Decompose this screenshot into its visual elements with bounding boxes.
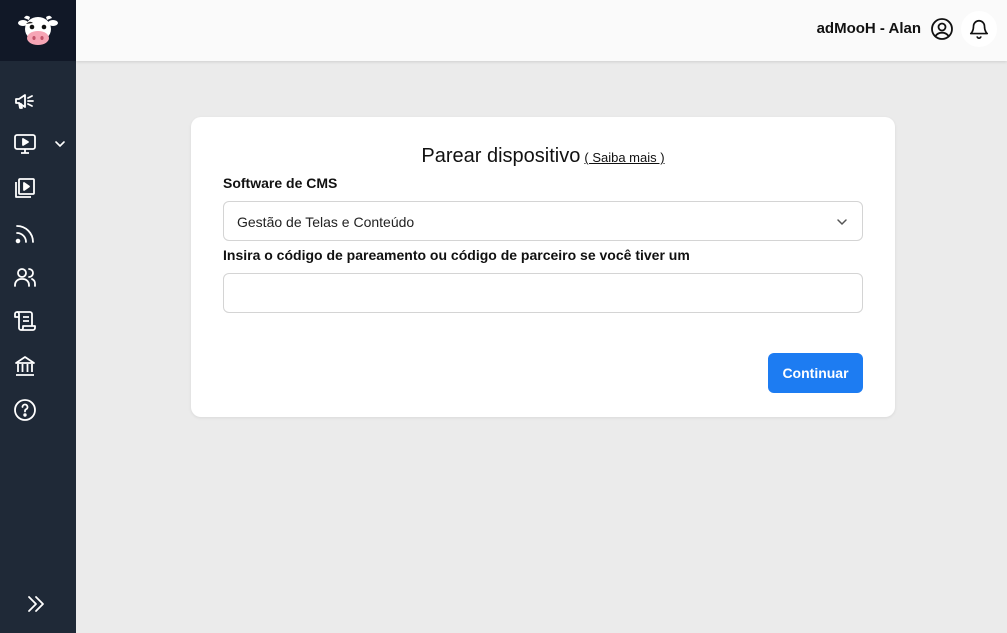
bank-icon — [15, 356, 35, 376]
cms-select[interactable]: Gestão de Telas e Conteúdo — [223, 201, 863, 241]
user-name[interactable]: adMooH - Alan — [817, 20, 921, 37]
top-bar: adMooH - Alan — [76, 0, 1007, 61]
nav-help[interactable] — [11, 396, 39, 424]
playlist-video-icon — [15, 178, 35, 198]
title-row: Parear dispositivo( Saiba mais ) — [191, 145, 895, 168]
help-circle-icon — [14, 399, 36, 421]
scroll-icon — [14, 311, 36, 331]
cms-selected-value: Gestão de Telas e Conteúdo — [237, 214, 415, 230]
pair-device-card: Parear dispositivo( Saiba mais ) Softwar… — [191, 117, 895, 417]
monitor-play-icon — [14, 134, 36, 154]
page-title: Parear dispositivo — [421, 145, 581, 167]
notifications-button[interactable] — [961, 11, 997, 47]
chevron-down-icon[interactable] — [52, 136, 68, 152]
code-label: Insira o código de pareamento ou código … — [223, 247, 690, 263]
user-circle-icon[interactable] — [930, 17, 954, 41]
nav-feeds[interactable] — [11, 220, 39, 248]
nav-screens[interactable] — [11, 130, 39, 158]
nav-campaigns[interactable] — [11, 87, 39, 115]
nav-finance[interactable] — [11, 352, 39, 380]
pairing-code-input[interactable] — [223, 273, 863, 313]
rss-feed-icon — [15, 225, 34, 244]
learn-more-link[interactable]: ( Saiba mais ) — [584, 150, 664, 165]
megaphone-icon — [15, 94, 34, 109]
sidebar — [0, 0, 76, 633]
bell-icon — [969, 20, 989, 39]
nav-playlists[interactable] — [11, 174, 39, 202]
cms-label: Software de CMS — [223, 175, 338, 191]
users-icon — [14, 268, 36, 287]
chevrons-right-icon[interactable] — [24, 592, 48, 616]
cow-logo-icon — [18, 15, 58, 45]
continue-button[interactable]: Continuar — [768, 353, 863, 393]
chevron-down-icon — [837, 219, 847, 226]
nav-users[interactable] — [11, 263, 39, 291]
nav-reports[interactable] — [11, 307, 39, 335]
logo[interactable] — [0, 0, 76, 61]
